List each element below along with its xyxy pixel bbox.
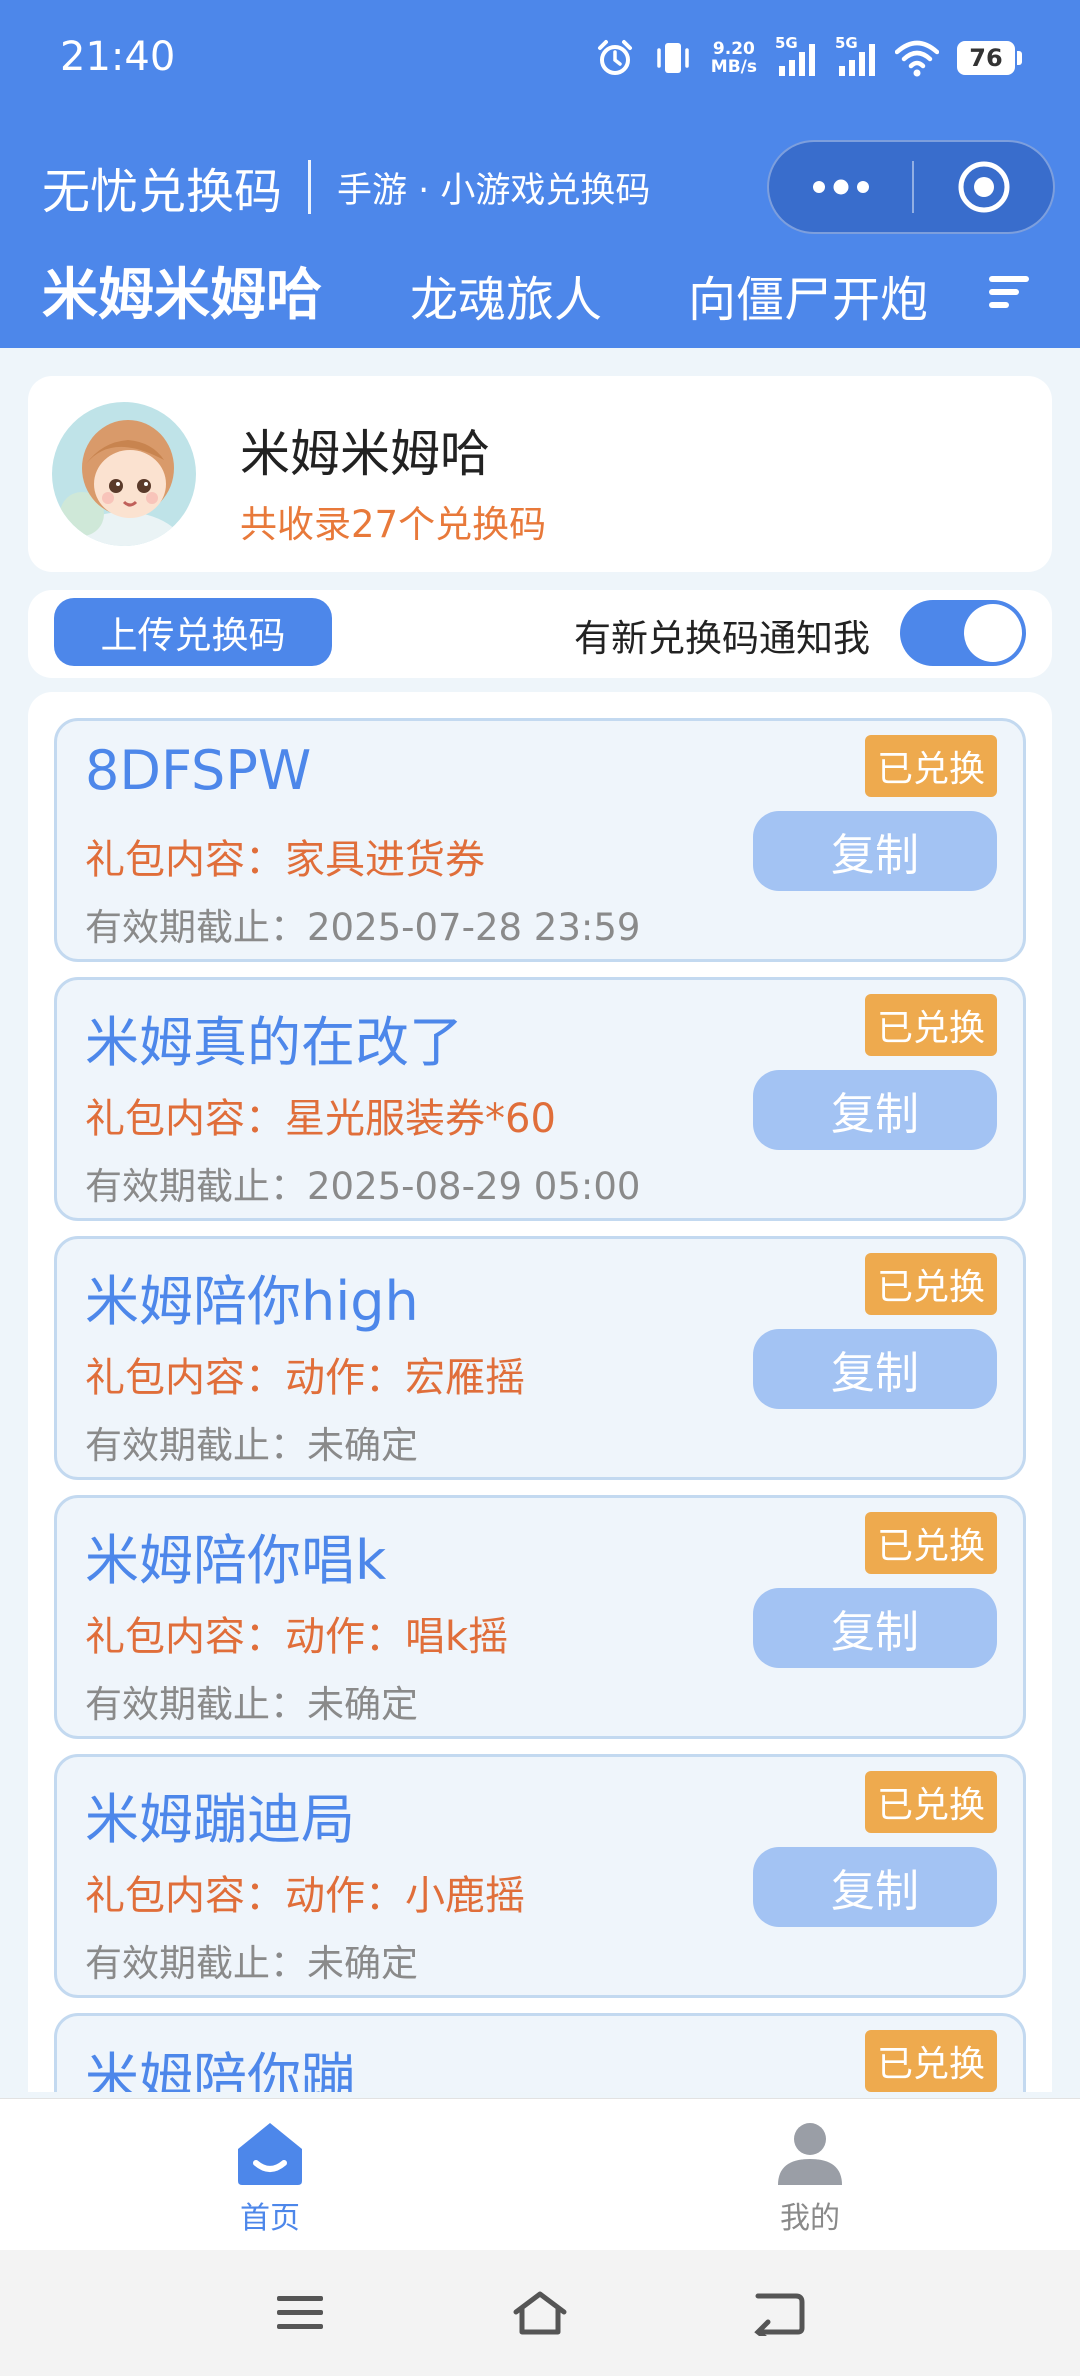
nav-home[interactable]: 首页: [210, 2119, 330, 2237]
header: 21:40 9.20 MB/s 5G 5G 76 无忧兑换码 手游 · 小游戏兑…: [0, 0, 1080, 348]
list-item: 米姆陪你唱k 已兑换 礼包内容：动作：唱k摇 复制 有效期截止：未确定: [54, 1495, 1026, 1739]
app-subtitle: 手游 · 小游戏兑换码: [337, 170, 651, 211]
expiry-date: 有效期截止：2025-08-29 05:00: [85, 1165, 641, 1208]
more-dots-icon: [812, 179, 869, 195]
battery-level: 76: [957, 41, 1015, 75]
code-value: 米姆蹦迪局: [85, 1788, 355, 1851]
system-nav-bar: [0, 2250, 1080, 2376]
battery: 76: [957, 41, 1022, 75]
list-item: 米姆陪你蹦 已兑换: [54, 2013, 1026, 2092]
sys-home-icon[interactable]: [510, 2290, 570, 2336]
status-bar: 21:40 9.20 MB/s 5G 5G 76: [0, 0, 1080, 120]
more-button[interactable]: [769, 142, 912, 232]
status-badge: 已兑换: [865, 1512, 997, 1574]
status-badge: 已兑换: [865, 994, 997, 1056]
status-time: 21:40: [60, 34, 176, 80]
copy-button[interactable]: 复制: [753, 1329, 997, 1409]
status-badge: 已兑换: [865, 735, 997, 797]
expiry-date: 有效期截止：未确定: [85, 1683, 418, 1726]
code-value: 米姆陪你蹦: [85, 2047, 355, 2092]
menu-lines-icon[interactable]: [987, 272, 1031, 312]
expiry-date: 有效期截止：未确定: [85, 1424, 418, 1467]
user-icon: [778, 2123, 842, 2185]
net-speed-unit: MB/s: [710, 57, 757, 77]
profile-name: 米姆米姆哈: [240, 425, 490, 483]
status-badge: 已兑换: [865, 2030, 997, 2092]
list-item: 8DFSPW 已兑换 礼包内容：家具进货券 复制 有效期截止：2025-07-2…: [54, 718, 1026, 962]
copy-button[interactable]: 复制: [753, 1070, 997, 1150]
list-item: 米姆陪你high 已兑换 礼包内容：动作：宏雁摇 复制 有效期截止：未确定: [54, 1236, 1026, 1480]
game-profile-card: 米姆米姆哈 共收录27个兑换码: [28, 376, 1052, 572]
code-value: 8DFSPW: [85, 739, 312, 802]
vibrate-icon: [657, 43, 689, 73]
sim2-label: 5G: [835, 34, 858, 52]
app-title-row: 无忧兑换码 手游 · 小游戏兑换码: [42, 152, 650, 222]
title-divider: [308, 160, 312, 214]
bottom-nav: 首页 我的: [0, 2098, 1080, 2250]
game-tabs: 米姆米姆哈 龙魂旅人 向僵尸开炮: [0, 250, 1080, 342]
nav-home-label: 首页: [240, 2201, 300, 2236]
tab-mimu[interactable]: 米姆米姆哈: [42, 250, 322, 331]
expiry-date: 有效期截止：未确定: [85, 1942, 418, 1985]
toggle-knob: [964, 604, 1022, 662]
action-row: 上传兑换码 有新兑换码通知我: [28, 590, 1052, 678]
nav-mine[interactable]: 我的: [750, 2119, 870, 2237]
signal-sim1: 5G: [775, 34, 817, 78]
gift-content: 礼包内容：家具进货券: [85, 837, 485, 883]
wifi-icon: [895, 40, 939, 77]
avatar: [52, 402, 196, 546]
nav-mine-label: 我的: [780, 2201, 840, 2236]
notify-toggle[interactable]: [900, 600, 1026, 666]
tab-zombie[interactable]: 向僵尸开炮: [688, 260, 928, 330]
miniprogram-capsule: [767, 140, 1055, 234]
app-title: 无忧兑换码: [42, 164, 283, 220]
signal-sim2: 5G: [835, 34, 877, 78]
sim1-label: 5G: [775, 34, 798, 52]
alarm-icon: [597, 40, 632, 75]
status-badge: 已兑换: [865, 1253, 997, 1315]
sys-back-icon[interactable]: [752, 2290, 806, 2336]
close-target-icon: [958, 161, 1009, 213]
gift-content: 礼包内容：动作：宏雁摇: [85, 1355, 525, 1401]
close-button[interactable]: [914, 142, 1053, 232]
copy-button[interactable]: 复制: [753, 811, 997, 891]
sys-menu-icon[interactable]: [275, 2290, 325, 2336]
copy-button[interactable]: 复制: [753, 1588, 997, 1668]
net-speed: 9.20 MB/s: [711, 40, 757, 76]
upload-code-button[interactable]: 上传兑换码: [54, 598, 332, 666]
expiry-date: 有效期截止：2025-07-28 23:59: [85, 906, 641, 949]
status-icons: 9.20 MB/s 5G 5G 76: [595, 34, 1022, 80]
net-speed-value: 9.20: [712, 39, 755, 59]
code-list: 8DFSPW 已兑换 礼包内容：家具进货券 复制 有效期截止：2025-07-2…: [28, 692, 1052, 2092]
status-badge: 已兑换: [865, 1771, 997, 1833]
copy-button[interactable]: 复制: [753, 1847, 997, 1927]
code-count: 共收录27个兑换码: [240, 503, 547, 546]
list-item: 米姆真的在改了 已兑换 礼包内容：星光服装券*60 复制 有效期截止：2025-…: [54, 977, 1026, 1221]
gift-content: 礼包内容：星光服装券*60: [85, 1096, 556, 1142]
code-value: 米姆真的在改了: [85, 1011, 463, 1074]
code-value: 米姆陪你唱k: [85, 1529, 387, 1592]
list-item: 米姆蹦迪局 已兑换 礼包内容：动作：小鹿摇 复制 有效期截止：未确定: [54, 1754, 1026, 1998]
code-value: 米姆陪你high: [85, 1270, 419, 1333]
gift-content: 礼包内容：动作：小鹿摇: [85, 1873, 525, 1919]
home-icon: [238, 2123, 302, 2185]
gift-content: 礼包内容：动作：唱k摇: [85, 1614, 509, 1660]
tab-longhun[interactable]: 龙魂旅人: [410, 260, 602, 330]
notify-label: 有新兑换码通知我: [574, 617, 870, 660]
